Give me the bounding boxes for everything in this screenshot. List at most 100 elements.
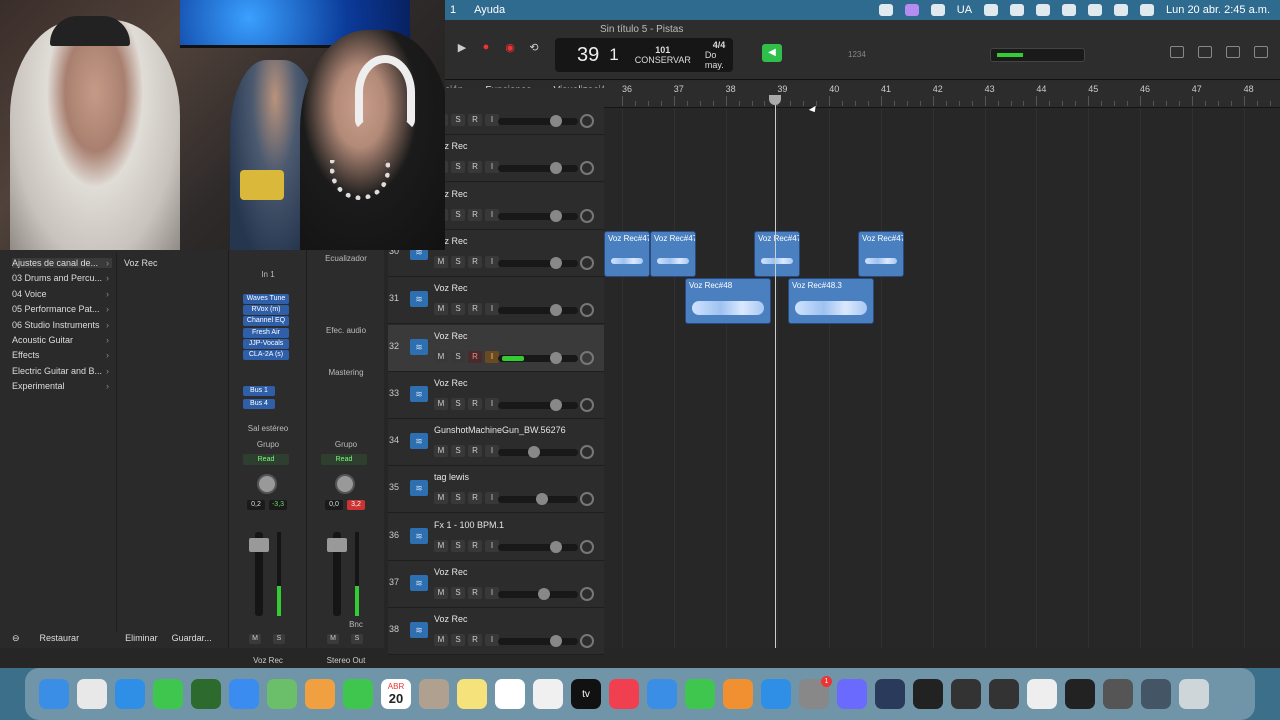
restore-button[interactable]: Restaurar [40,633,80,643]
notes-icon[interactable] [1198,46,1212,58]
contacts-icon[interactable] [419,679,449,709]
input-monitor-button[interactable]: I [485,255,499,268]
finder-icon[interactable] [39,679,69,709]
trash-icon[interactable] [1179,679,1209,709]
podcast-icon[interactable] [989,679,1019,709]
library-category[interactable]: 03 Drums and Percu... › [12,273,112,283]
control-center-icon[interactable] [1114,4,1129,16]
input-monitor-button[interactable]: I [485,634,499,647]
save-button[interactable]: Guardar... [172,633,212,643]
playhead[interactable] [775,100,776,648]
send-bus-4[interactable]: Bus 4 [243,399,275,409]
user-icon[interactable] [1062,4,1077,16]
numbers-icon[interactable] [685,679,715,709]
track-volume-slider[interactable] [498,259,578,267]
safari-icon[interactable] [115,679,145,709]
audio-region[interactable]: Voz Rec#47 [754,230,800,277]
track-name[interactable]: Voz Rec [434,614,468,624]
loop-browser-icon[interactable] [1226,46,1240,58]
track-header[interactable]: 37 ≋ Voz Rec M S R I [388,561,604,608]
delete-button[interactable]: Eliminar [125,633,158,643]
track-volume-slider[interactable] [498,307,578,315]
solo-button[interactable]: S [451,255,465,268]
automation-mode[interactable]: Read [243,454,289,465]
track-name[interactable]: Fx 1 - 100 BPM.1 [434,520,504,530]
track-pan-knob[interactable] [580,114,594,128]
track-volume-knob[interactable] [550,540,562,553]
group-slot[interactable]: Grupo [307,440,385,449]
library-category[interactable]: Electric Guitar and B... › [12,366,112,376]
solo-button[interactable]: S [451,539,465,552]
record-enable-button[interactable]: R [468,492,482,505]
track-pan-knob[interactable] [580,161,594,176]
mute-button[interactable]: M [434,255,448,268]
library-category[interactable]: Effects › [12,350,112,360]
group-slot[interactable]: Grupo [229,440,307,449]
track-volume-slider[interactable] [498,543,578,551]
library-category[interactable]: Ajustes de canal de... › [12,258,112,268]
eq-label[interactable]: Ecualizador [307,254,385,263]
mute-button[interactable]: M [434,539,448,552]
track-volume-knob[interactable] [550,304,562,317]
track-pan-knob[interactable] [580,587,594,601]
record-enable-button[interactable]: R [468,445,482,458]
solo-button[interactable]: S [451,492,465,505]
photos-icon[interactable] [305,679,335,709]
mute-button[interactable]: M [327,634,339,644]
mute-button[interactable]: M [434,492,448,505]
track-volume-knob[interactable] [550,209,562,222]
record-enable-button[interactable]: R [468,587,482,599]
track-pan-knob[interactable] [580,208,594,223]
desktop-icon[interactable] [1141,679,1171,709]
mute-button[interactable]: M [434,634,448,647]
audio-region[interactable]: Voz Rec#47 [650,230,696,277]
solo-button[interactable]: S [451,587,465,599]
plugin-slot[interactable]: Channel EQ [243,316,289,327]
library-selected-patch[interactable]: Voz Rec [124,258,158,268]
system-settings-icon[interactable]: 1 [799,676,832,709]
siri-icon[interactable] [1140,4,1155,16]
library-category[interactable]: Acoustic Guitar › [12,335,112,345]
count-in[interactable]: 1234 [848,50,866,59]
mute-button[interactable]: M [434,350,448,363]
pages-icon[interactable] [723,679,753,709]
track-pan-knob[interactable] [580,397,594,412]
track-volume-slider[interactable] [498,401,578,409]
input-monitor-button[interactable]: I [485,445,499,458]
record-enable-button[interactable]: R [468,255,482,268]
mail-icon[interactable] [229,679,259,709]
track-header[interactable]: 32 ≋ Voz Rec M S R I [388,324,604,372]
record-enable-button[interactable]: R [468,634,482,647]
input-monitor-button[interactable]: I [485,492,499,505]
plugin-slot[interactable]: JJP-Vocals [243,338,289,349]
track-volume-knob[interactable] [550,115,562,127]
input-monitor-button[interactable]: I [485,208,499,221]
app-icon[interactable] [837,679,867,709]
track-pan-knob[interactable] [580,445,594,460]
audio-region[interactable]: Voz Rec#48 [685,278,771,325]
record-enable-button[interactable]: R [468,350,482,363]
track-volume-knob[interactable] [528,446,540,459]
pan-knob[interactable] [335,474,355,494]
input-monitor-button[interactable]: I [485,539,499,552]
browser-icon[interactable] [1254,46,1268,58]
tv-icon[interactable]: tv [571,679,601,709]
audio-region[interactable]: Voz Rec#47 [858,230,904,277]
input-monitor-button[interactable]: I [485,161,499,174]
list-editors-icon[interactable] [1170,46,1184,58]
track-name[interactable]: GunshotMachineGun_BW.56276 [434,425,566,435]
cycle-icon[interactable]: ⟲ [527,40,541,54]
mastering-label[interactable]: Mastering [307,368,385,377]
bar-ruler[interactable]: 36 37 38 39 40 41 42 43 44 45 46 47 48 [604,82,1280,108]
library-category[interactable]: 05 Performance Pat... › [12,304,112,314]
track-volume-knob[interactable] [538,588,550,600]
library-category[interactable]: 04 Voice › [12,289,112,299]
obs-icon[interactable] [1027,679,1057,709]
solo-button[interactable]: S [451,161,465,174]
solo-button[interactable]: S [451,445,465,458]
search-icon[interactable] [1088,4,1103,16]
solo-button[interactable]: S [451,303,465,316]
track-header[interactable]: 31 ≋ Voz Rec M S R I [388,277,604,325]
audio-region[interactable]: Voz Rec#48.3 [788,278,874,325]
track-name[interactable]: Voz Rec [434,378,468,388]
